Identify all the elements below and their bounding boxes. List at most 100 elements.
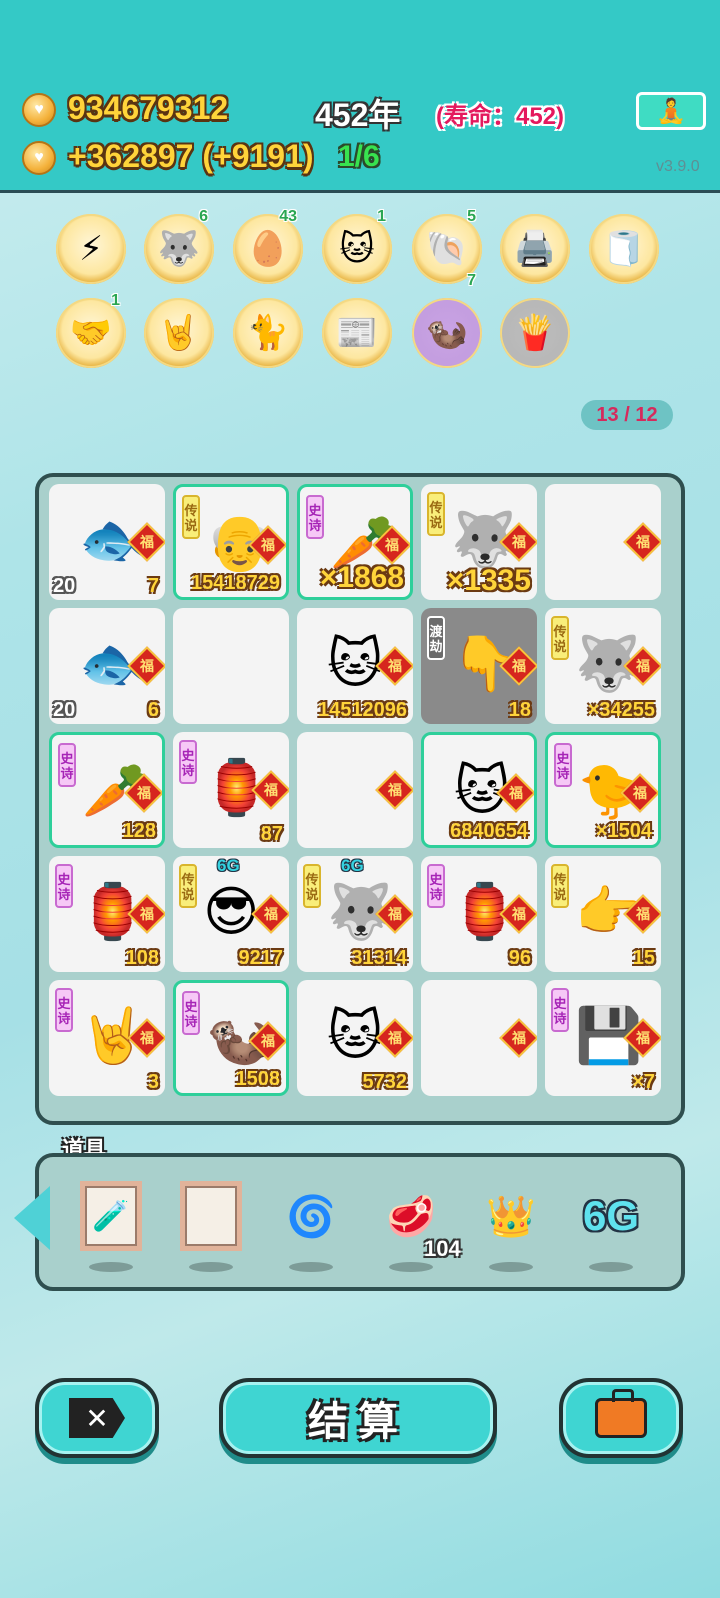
scroll-left-arrow[interactable] [14,1186,50,1250]
board-cell[interactable]: 🐟 福 20 7 [49,484,165,600]
board-cell[interactable]: 🐱 福 5732 [297,980,413,1096]
board-cell[interactable]: 😎 传说 6G 福 9217 [173,856,289,972]
black-hole-icon: 🌀 [286,1194,336,1239]
buff-lightning[interactable]: ⚡ [56,214,126,284]
cell-value: 6840654 [450,820,528,842]
fortune-char: 福 [512,906,526,922]
meditate-button[interactable]: 🧘 [636,92,706,130]
fortune-char: 福 [636,658,650,674]
board-cell[interactable]: 🦦 史诗福 1508 [173,980,289,1096]
cell-value: 18 [508,699,531,721]
buff-tissue-box[interactable]: 🧻 [589,214,659,284]
cat-icon: 🐱 [339,230,375,268]
buff-cats[interactable]: 🐈 [233,298,303,368]
item-shadow [389,1262,433,1272]
6g-icon: 6G [582,1192,640,1239]
item-potion-frame[interactable]: 🧪 [76,1180,146,1252]
buff-rock-hand[interactable]: 🤘 [144,298,214,368]
lifespan-label: (寿命：452) [436,103,565,130]
board-cell[interactable]: 🏮 史诗福 96 [421,856,537,972]
cell-left-count: 20 [53,575,76,597]
item-shadow [89,1262,133,1272]
cell-value: 9217 [238,947,284,969]
item-6g[interactable]: 6G [576,1180,646,1252]
fortune-char: 福 [261,537,275,553]
board-cell[interactable]: 💾 史诗福 ×7 [545,980,661,1096]
rarity-tag: 史诗 [55,864,73,908]
buff-husky[interactable]: 🐺 6 [144,208,214,284]
board-cell[interactable]: 🐺 传说 6G 福 31314 [297,856,413,972]
fortune-char: 福 [261,1033,275,1049]
rarity-tag: 史诗 [427,864,445,908]
cell-value: 96 [508,947,531,969]
board-cell[interactable]: 👇 渡劫福 18 [421,608,537,724]
board-cell[interactable]: 👴 传说福 15418729 [173,484,289,600]
cell-value: 5732 [362,1071,408,1093]
board-cell[interactable]: 👉 传说福 15 [545,856,661,972]
cell-left-count: 20 [53,699,76,721]
board-cell[interactable]: 福 [545,484,661,600]
fortune-char: 福 [512,1030,526,1046]
time-magazine-icon: 📰 [335,314,379,352]
board-cell[interactable]: 🐱 福 14512096 [297,608,413,724]
item-black-hole[interactable]: 🌀 [276,1180,346,1252]
fortune-char: 福 [137,785,151,801]
game-board: 🐟 福 20 7 👴 传说福 15418729 🥕 史诗福 ×1868 🐺 传说福 ×1335 福 🐟 福 20… [35,473,685,1125]
fortune-icon: 福 [375,770,413,810]
board-cell[interactable]: 🏮 史诗福 108 [49,856,165,972]
board-cell[interactable]: 🥕 史诗福 128 [49,732,165,848]
cell-value: 6 [147,699,159,721]
buff-otters[interactable]: 🦦 [412,298,482,368]
rarity-tag: 史诗 [306,495,324,539]
top-bar: ♥ 934679312 452年 (寿命：452) 🧘 ♥ +362897 (+… [0,0,720,193]
rock-hand-icon: 🤘 [157,314,201,352]
board-cell[interactable]: 🐟 福 20 6 [49,608,165,724]
board-cell[interactable]: 🐺 传说福 ×1335 [421,484,537,600]
rarity-tag: 史诗 [182,991,200,1035]
item-crown[interactable]: 👑 [476,1180,546,1252]
buff-count-secondary: 7 [467,272,476,289]
buff-printer[interactable]: 🖨️ [500,214,570,284]
cell-value: ×1868 [319,561,404,594]
buff-cat[interactable]: 🐱 1 [322,208,392,284]
buff-time-magazine[interactable]: 📰 [322,298,392,368]
handshake-icon: 🤝 [69,314,113,352]
board-cell[interactable]: 🐱 福 6840654 [421,732,537,848]
fortune-icon: 福 [623,522,661,562]
rarity-tag: 传说 [427,492,445,536]
buff-egg-tray[interactable]: 🥚 43 [233,208,303,284]
board-cell[interactable]: 🤘 史诗福 3 [49,980,165,1096]
board-cell[interactable] [173,608,289,724]
rarity-tag: 史诗 [551,988,569,1032]
item-count: 104 [424,1236,461,1261]
buff-handshake[interactable]: 🤝 1 [56,292,126,368]
coin-icon: ♥ [22,93,56,127]
board-cell[interactable]: 🐺 传说福 ×34255 [545,608,661,724]
item-shadow [589,1262,633,1272]
briefcase-icon [595,1389,647,1438]
progress-fraction: 1/6 [338,140,380,173]
liver-icon: 🥩 [386,1194,436,1239]
item-empty-frame[interactable] [176,1180,246,1252]
board-cell[interactable]: 🥕 史诗福 ×1868 [297,484,413,600]
cell-value: ×1335 [446,564,531,597]
coin-icon: ♥ [22,141,56,175]
year-counter: 452年 [315,97,401,133]
egg-tray-icon: 🥚 [246,230,290,268]
rarity-tag: 传说 [179,864,197,908]
board-cell[interactable]: 福 [297,732,413,848]
buff-shell[interactable]: 🐚 5 7 [412,208,482,289]
buff-count: 1 [111,292,120,309]
board-cell[interactable]: 🐤 史诗福 ×1504 [545,732,661,848]
fortune-char: 福 [264,782,278,798]
buff-fries[interactable]: 🍟 [500,298,570,368]
settle-button[interactable]: 结算 [219,1378,497,1458]
bag-button[interactable] [559,1378,683,1458]
board-cell[interactable]: 福 [421,980,537,1096]
fortune-char: 福 [636,906,650,922]
board-cell[interactable]: 🏮 史诗福 87 [173,732,289,848]
close-button[interactable]: ✕ [35,1378,159,1458]
fortune-char: 福 [512,534,526,550]
crown-icon: 👑 [486,1194,536,1239]
tissue-box-icon: 🧻 [602,230,646,268]
